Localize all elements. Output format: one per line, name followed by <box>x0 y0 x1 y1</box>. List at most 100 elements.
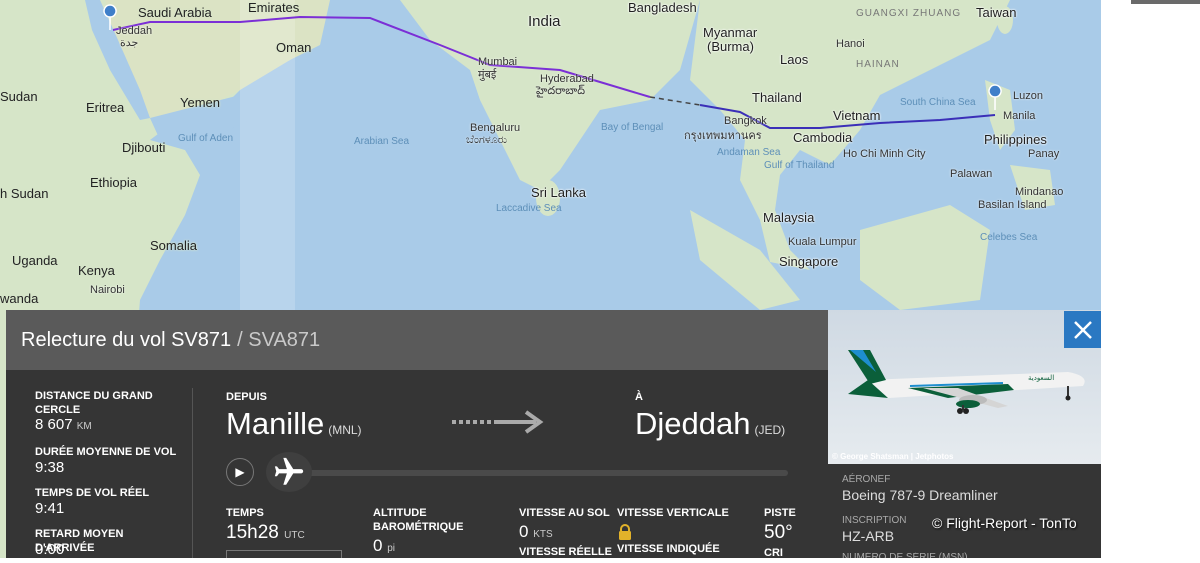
map-label-country: Sri Lanka <box>531 185 586 200</box>
stat-value: 0:00 <box>35 541 65 558</box>
close-button[interactable] <box>1064 311 1101 348</box>
ground-speed-label: Vitesse au sol <box>519 507 610 519</box>
true-speed-label: Vitesse réelle <box>519 546 612 558</box>
map-label-country: Uganda <box>12 253 58 268</box>
panel-callsign: / SVA871 <box>237 328 321 351</box>
map-label-country: India <box>528 13 561 30</box>
map-label-city: Hyderabad <box>540 73 594 85</box>
playback-timeline[interactable] <box>306 470 788 476</box>
map-label-city: Ho Chi Minh City <box>843 148 926 160</box>
map-label-country: Kenya <box>78 263 115 278</box>
map-label-country: Cambodia <box>793 130 853 145</box>
route-arrow-icon <box>452 410 544 434</box>
map-label-country: Laos <box>780 52 809 67</box>
map-label-city: Kuala Lumpur <box>788 236 857 248</box>
map-label-city: Hanoi <box>836 38 865 50</box>
to-airport: Djeddah (JED) <box>635 406 786 441</box>
map-label-country: Ethiopia <box>90 175 137 190</box>
runway-value: 50° <box>764 522 793 543</box>
aircraft-type-label: Aéronef <box>842 474 891 485</box>
map-label-sea: Celebes Sea <box>980 232 1038 243</box>
time-stepper[interactable] <box>226 550 342 558</box>
stat-value: 9:41 <box>35 500 65 517</box>
map-label-city: Nairobi <box>90 284 125 296</box>
map-label-sea: Andaman Sea <box>717 147 781 158</box>
map-label-city: హైదరాబాద్ <box>536 85 585 97</box>
play-icon: ▶ <box>235 465 245 479</box>
panel-title: Relecture du vol SV871 <box>21 328 232 351</box>
to-label: À <box>635 391 643 403</box>
stat-label: Durée moyenne de vol <box>35 446 177 458</box>
panel-header: Relecture du vol SV871 / SVA871 <box>6 310 828 370</box>
altitude-label: Altitude barométrique <box>373 507 464 533</box>
map-label-country: Somalia <box>150 238 197 253</box>
ground-speed-value: 0 KTS <box>519 522 553 541</box>
map-label-country: (Burma) <box>707 39 754 54</box>
watermark-text: © Flight-Report - TonTo <box>932 515 1077 531</box>
map-label-city: ಬೆಂಗಳೂರು <box>466 134 508 146</box>
map-label-country: Singapore <box>779 254 839 269</box>
serial-label: Numéro de série (MSN) <box>842 552 968 558</box>
map-label-sea: South China Sea <box>900 97 976 108</box>
time-value: 15h28 UTC <box>226 522 305 543</box>
stat-label: Distance du grand cercle <box>35 390 153 416</box>
map-label-country: Eritrea <box>86 100 125 115</box>
map-label-country: Malaysia <box>763 210 815 225</box>
map-label-province: HAINAN <box>856 59 900 70</box>
map-label-country: Taiwan <box>976 5 1017 20</box>
map-label-country: Vietnam <box>833 108 881 123</box>
from-label: Depuis <box>226 391 267 403</box>
time-label: Temps <box>226 507 264 519</box>
map-label-city: Mindanao <box>1015 186 1064 198</box>
map-label-country: Emirates <box>248 0 300 15</box>
svg-text:السعودية: السعودية <box>1028 374 1054 382</box>
top-strip <box>1131 0 1200 4</box>
map-label-country: Saudi Arabia <box>138 5 212 20</box>
runway-label: Piste <box>764 507 796 519</box>
registration-value: HZ-ARB <box>842 528 895 544</box>
map-label-sea: Arabian Sea <box>354 136 410 147</box>
map-label-country: Oman <box>276 40 312 55</box>
map-label-city: جدة <box>120 37 139 49</box>
indicated-speed-label: Vitesse indiquée <box>617 543 720 555</box>
map-label-country: Bangladesh <box>628 0 697 15</box>
map-label-city: मुंबई <box>478 69 497 81</box>
map-label-sea: Gulf of Aden <box>178 133 234 144</box>
flight-playback-panel: Relecture du vol SV871 / SVA871 Distance… <box>6 310 828 559</box>
map-label-country: Yemen <box>180 95 220 110</box>
aircraft-type-value: Boeing 787-9 Dreamliner <box>842 487 998 503</box>
stat-label: Temps de vol réel <box>35 487 150 499</box>
playback-handle[interactable] <box>266 452 312 492</box>
map-label-country: Myanmar <box>703 25 758 40</box>
altitude-value: 0 pi <box>373 536 395 555</box>
map-label-country: Djibouti <box>122 140 166 155</box>
vertical-speed-label: Vitesse verticale <box>617 507 729 519</box>
right-margin <box>1101 0 1200 558</box>
close-icon <box>1073 320 1092 339</box>
stat-value: 9:38 <box>35 459 65 476</box>
map-label-country: Sudan <box>0 89 38 104</box>
map-label-city: Manila <box>1003 110 1036 122</box>
map-label-sea: Laccadive Sea <box>496 203 562 214</box>
map-label-city: Basilan Island <box>978 199 1047 211</box>
map-label-city: Bengaluru <box>470 122 521 134</box>
map-label-city: Luzon <box>1013 90 1043 102</box>
map-label-province: GUANGXI ZHUANG <box>856 8 962 19</box>
map-label-country: Philippines <box>984 132 1047 147</box>
map-label-country: wanda <box>0 291 39 306</box>
lock-icon <box>619 524 631 540</box>
registration-label: Inscription <box>842 515 907 526</box>
map-label-country: Thailand <box>752 90 802 105</box>
map-label-country: h Sudan <box>0 186 49 201</box>
map-label-sea: Bay of Bengal <box>601 122 664 133</box>
map-label-city: Panay <box>1028 148 1060 160</box>
aircraft-photo-image: السعودية <box>828 310 1101 464</box>
aircraft-photo[interactable]: السعودية © George Shatsman | Jetphotos <box>828 310 1101 464</box>
from-airport: Manille (MNL) <box>226 406 362 441</box>
stat-value: 8 607 KM <box>35 416 92 433</box>
airplane-icon <box>274 457 304 485</box>
play-button[interactable]: ▶ <box>226 458 254 486</box>
photo-credit: © George Shatsman | Jetphotos <box>832 452 954 461</box>
map-label-sea: Gulf of Thailand <box>764 160 835 171</box>
map-label-city: กรุงเทพมหานคร <box>684 130 762 142</box>
